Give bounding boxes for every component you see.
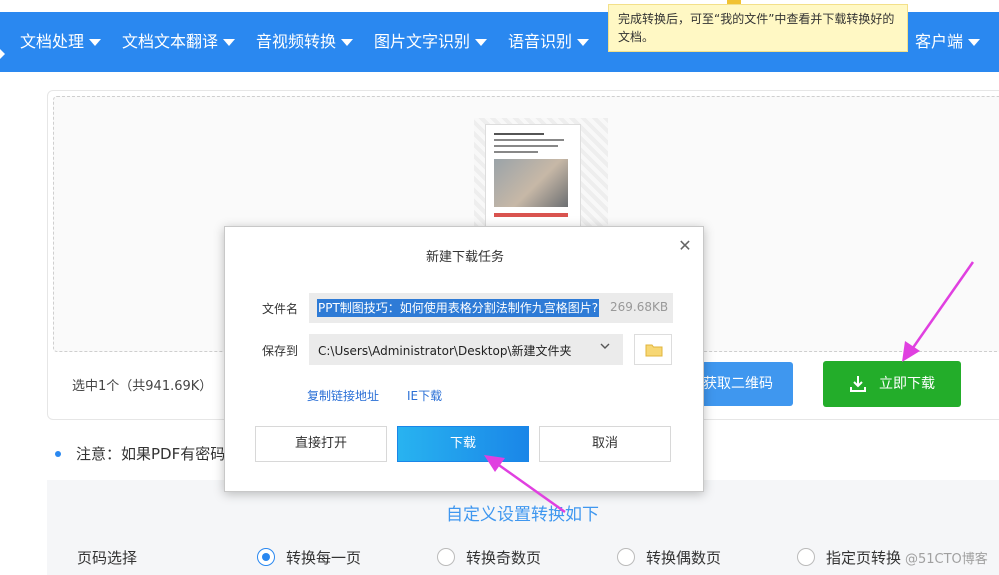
option-every-page-label[interactable]: 转换每一页 bbox=[286, 547, 361, 568]
radio-even-pages[interactable] bbox=[617, 548, 635, 566]
nav-item-label: 音视频转换 bbox=[256, 32, 337, 51]
filename-value[interactable]: PPT制图技巧：如何使用表格分割法制作九宫格图片? bbox=[317, 299, 600, 317]
file-thumbnail[interactable] bbox=[485, 124, 581, 238]
copy-link-address[interactable]: 复制链接地址 bbox=[307, 387, 379, 404]
nav-item-ocr[interactable]: 图片文字识别 bbox=[374, 12, 488, 72]
radio-odd-pages[interactable] bbox=[437, 548, 455, 566]
download-now-button[interactable]: 立即下载 bbox=[823, 361, 961, 407]
settings-title: 自定义设置转换如下 bbox=[446, 505, 599, 525]
cancel-button[interactable]: 取消 bbox=[539, 426, 671, 462]
dialog-title: 新建下载任务 bbox=[425, 250, 504, 265]
option-odd-pages-label[interactable]: 转换奇数页 bbox=[466, 547, 541, 568]
nav-item-label: 文档文本翻译 bbox=[122, 32, 219, 51]
file-size: 269.68KB bbox=[610, 300, 669, 314]
folder-icon bbox=[645, 344, 663, 357]
new-download-dialog: 新建下载任务 ✕ 文件名 PPT制图技巧：如何使用表格分割法制作九宫格图片? 2… bbox=[224, 226, 704, 492]
nav-item-client[interactable]: 客户端 bbox=[915, 12, 981, 72]
saveto-label: 保存到 bbox=[262, 344, 299, 358]
browse-folder-button[interactable] bbox=[634, 334, 672, 365]
watermark: @51CTO博客 bbox=[905, 552, 988, 567]
option-specific-pages-label[interactable]: 指定页转换 bbox=[826, 547, 901, 568]
get-qrcode-label: 获取二维码 bbox=[703, 376, 773, 392]
nav-item-av-convert[interactable]: 音视频转换 bbox=[256, 12, 354, 72]
password-notice: 注意：如果PDF有密码 bbox=[76, 445, 226, 463]
thumbnail-table-bar bbox=[494, 213, 568, 217]
download-icon bbox=[850, 376, 866, 392]
tooltip: 完成转换后，可至“我的文件”中查看并下载转换好的文档。 bbox=[608, 4, 908, 52]
nav-item-label: 图片文字识别 bbox=[374, 32, 471, 51]
thumbnail-text-line bbox=[494, 133, 544, 135]
close-icon[interactable]: ✕ bbox=[677, 238, 693, 254]
nav-item-speech[interactable]: 语音识别 bbox=[508, 12, 590, 72]
selected-files-info: 选中1个（共941.69K） bbox=[72, 379, 213, 394]
nav-edge-caret-icon bbox=[0, 49, 5, 59]
nav-item-doc-processing[interactable]: 文档处理 bbox=[20, 12, 102, 72]
option-even-pages-label[interactable]: 转换偶数页 bbox=[646, 547, 721, 568]
download-button[interactable]: 下载 bbox=[397, 426, 529, 462]
thumbnail-text-line bbox=[494, 139, 564, 141]
caret-down-icon bbox=[89, 39, 102, 46]
radio-specific-pages[interactable] bbox=[797, 548, 815, 566]
nav-item-label: 文档处理 bbox=[20, 32, 85, 51]
chevron-down-icon[interactable] bbox=[600, 341, 610, 351]
nav-item-label: 语音识别 bbox=[508, 32, 573, 51]
caret-down-icon bbox=[968, 39, 981, 46]
bullet-dot bbox=[55, 451, 61, 457]
open-directly-button[interactable]: 直接打开 bbox=[255, 426, 387, 462]
radio-every-page[interactable] bbox=[257, 548, 275, 566]
caret-down-icon bbox=[223, 39, 236, 46]
thumbnail-text-line bbox=[494, 145, 558, 147]
save-path-value: C:\Users\Administrator\Desktop\新建文件夹 bbox=[318, 344, 572, 358]
caret-down-icon bbox=[475, 39, 488, 46]
caret-down-icon bbox=[341, 39, 354, 46]
caret-down-icon bbox=[577, 39, 590, 46]
download-now-label: 立即下载 bbox=[879, 376, 935, 392]
thumbnail-text-line bbox=[494, 151, 538, 153]
page-selection-label: 页码选择 bbox=[77, 549, 138, 567]
ie-download-link[interactable]: IE下载 bbox=[407, 387, 442, 404]
thumbnail-photo bbox=[494, 159, 568, 207]
nav-item-doc-translation[interactable]: 文档文本翻译 bbox=[122, 12, 236, 72]
nav-item-label: 客户端 bbox=[915, 32, 964, 51]
filename-label: 文件名 bbox=[262, 302, 299, 316]
